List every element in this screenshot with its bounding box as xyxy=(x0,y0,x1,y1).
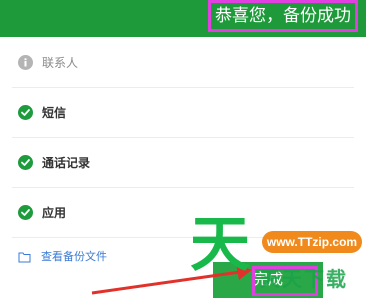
list-item-contacts: 联系人 xyxy=(0,37,366,87)
list-item-sms: 短信 xyxy=(0,87,366,137)
list-item-apps: 应用 xyxy=(0,187,366,237)
info-icon xyxy=(18,54,33,70)
view-backup-files-label: 查看备份文件 xyxy=(41,251,107,263)
folder-icon xyxy=(18,250,31,263)
view-backup-files-link[interactable]: 查看备份文件 xyxy=(18,248,107,264)
list-item-label: 通话记录 xyxy=(42,155,91,170)
check-icon xyxy=(18,154,33,170)
backup-success-screen: 恭喜您，备份成功 联系人 短信 通话记录 应用 查看备份文件 完成 天 www.… xyxy=(0,0,366,298)
list-item-label: 短信 xyxy=(42,105,67,120)
list-item-label: 联系人 xyxy=(42,55,79,70)
page-title: 恭喜您，备份成功 xyxy=(208,0,358,32)
check-icon xyxy=(18,104,33,120)
list-item-call-log: 通话记录 xyxy=(0,137,366,187)
divider xyxy=(12,237,354,238)
header-bar: 恭喜您，备份成功 xyxy=(0,0,366,37)
check-icon xyxy=(18,204,33,220)
list-item-label: 应用 xyxy=(42,205,67,220)
done-button-highlight xyxy=(252,266,318,296)
